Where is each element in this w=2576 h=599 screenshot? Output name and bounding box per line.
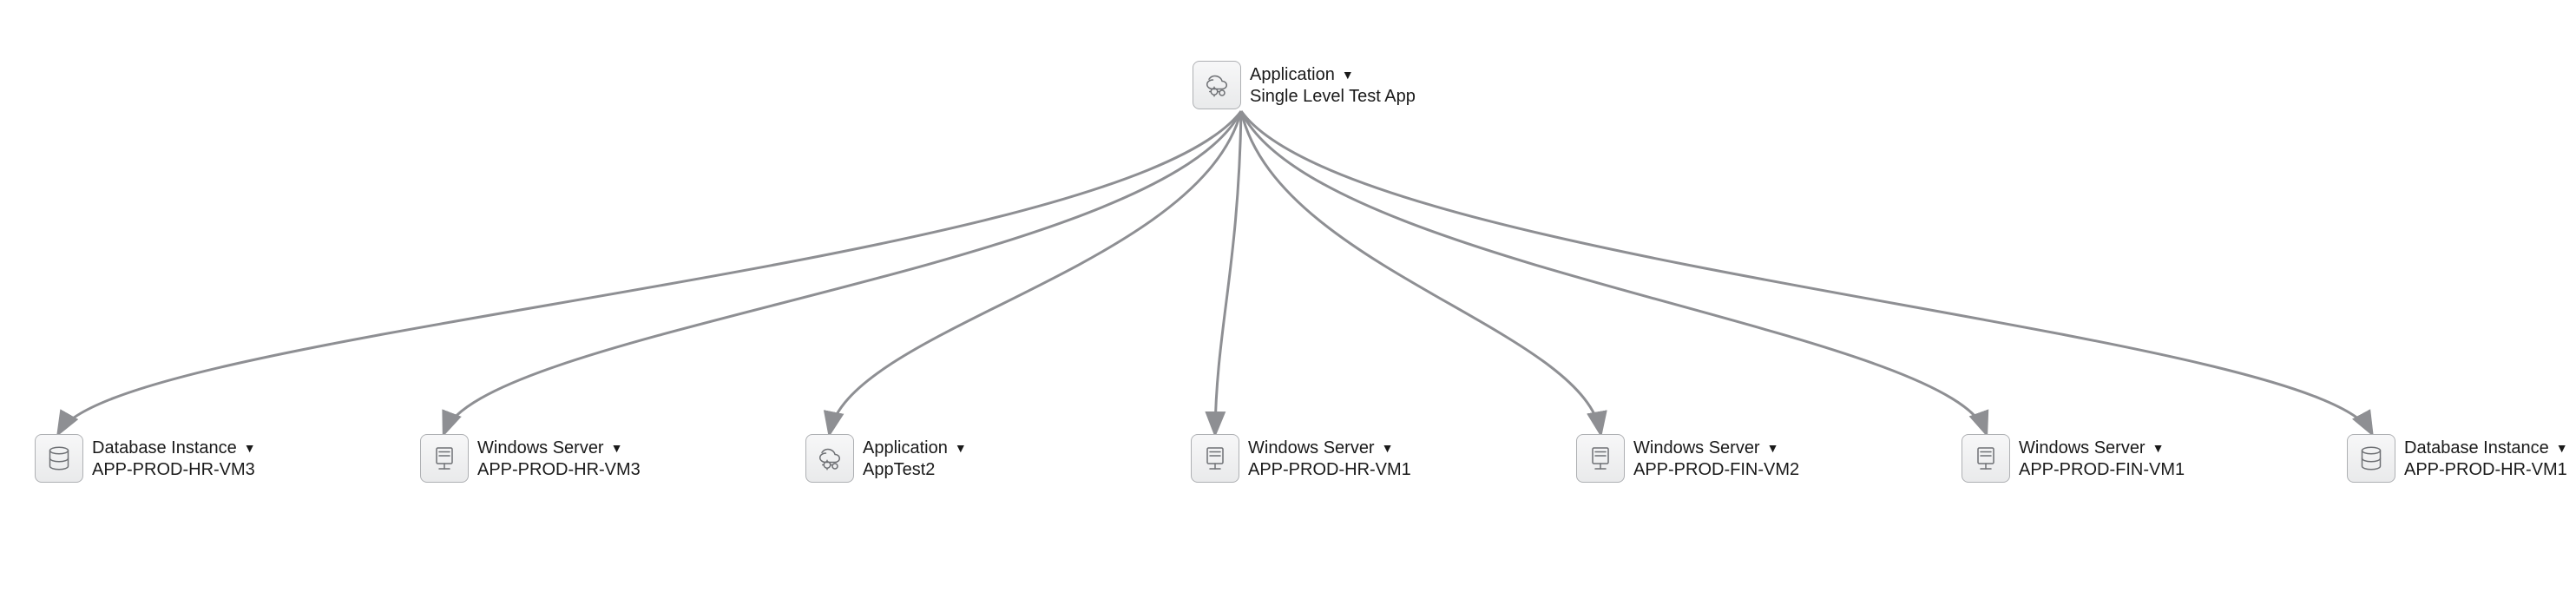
node-label: Windows Server ▼ APP-PROD-HR-VM1 xyxy=(1248,434,1411,481)
caret-down-icon[interactable]: ▼ xyxy=(2152,441,2165,457)
application-icon xyxy=(805,434,854,483)
application-icon xyxy=(1193,61,1241,109)
child-node[interactable]: Database Instance ▼ APP-PROD-HR-VM1 xyxy=(2347,434,2568,483)
caret-down-icon[interactable]: ▼ xyxy=(2556,441,2568,457)
node-type-label: Database Instance xyxy=(92,438,237,459)
child-node[interactable]: Windows Server ▼ APP-PROD-FIN-VM2 xyxy=(1576,434,1799,483)
node-type-label: Database Instance xyxy=(2404,438,2549,459)
node-name: APP-PROD-FIN-VM1 xyxy=(2019,459,2185,481)
node-type-label: Application xyxy=(863,438,948,459)
node-type-label: Windows Server xyxy=(1633,438,1760,459)
caret-down-icon[interactable]: ▼ xyxy=(611,441,623,457)
node-type-label: Windows Server xyxy=(2019,438,2146,459)
node-name: APP-PROD-HR-VM3 xyxy=(92,459,256,481)
edge xyxy=(1241,111,1600,432)
caret-down-icon[interactable]: ▼ xyxy=(1342,68,1354,83)
node-name: APP-PROD-HR-VM3 xyxy=(477,459,641,481)
server-icon xyxy=(1191,434,1239,483)
child-node[interactable]: Windows Server ▼ APP-PROD-HR-VM1 xyxy=(1191,434,1411,483)
child-node[interactable]: Application ▼ AppTest2 xyxy=(805,434,967,483)
node-name: APP-PROD-HR-VM1 xyxy=(1248,459,1411,481)
child-node[interactable]: Windows Server ▼ APP-PROD-FIN-VM1 xyxy=(1962,434,2185,483)
node-label: Application ▼ AppTest2 xyxy=(863,434,967,481)
server-icon xyxy=(1576,434,1625,483)
caret-down-icon[interactable]: ▼ xyxy=(1382,441,1394,457)
caret-down-icon[interactable]: ▼ xyxy=(244,441,256,457)
node-name: AppTest2 xyxy=(863,459,967,481)
node-label: Windows Server ▼ APP-PROD-FIN-VM1 xyxy=(2019,434,2185,481)
database-icon xyxy=(2347,434,2395,483)
child-node[interactable]: Database Instance ▼ APP-PROD-HR-VM3 xyxy=(35,434,256,483)
node-label: Windows Server ▼ APP-PROD-HR-VM3 xyxy=(477,434,641,481)
root-node[interactable]: Application ▼ Single Level Test App xyxy=(1193,61,1416,109)
node-name: APP-PROD-FIN-VM2 xyxy=(1633,459,1799,481)
child-node[interactable]: Windows Server ▼ APP-PROD-HR-VM3 xyxy=(420,434,641,483)
caret-down-icon[interactable]: ▼ xyxy=(1767,441,1779,457)
node-type-label: Windows Server xyxy=(477,438,604,459)
node-label: Database Instance ▼ APP-PROD-HR-VM1 xyxy=(2404,434,2568,481)
node-type-label: Application xyxy=(1250,64,1335,86)
edge xyxy=(1215,111,1241,432)
node-name: Single Level Test App xyxy=(1250,86,1416,108)
caret-down-icon[interactable]: ▼ xyxy=(955,441,967,457)
node-type-label: Windows Server xyxy=(1248,438,1375,459)
edge xyxy=(1241,111,1986,432)
server-icon xyxy=(1962,434,2010,483)
edge xyxy=(444,111,1241,432)
server-icon xyxy=(420,434,469,483)
edge xyxy=(59,111,1241,432)
node-name: APP-PROD-HR-VM1 xyxy=(2404,459,2568,481)
node-label: Windows Server ▼ APP-PROD-FIN-VM2 xyxy=(1633,434,1799,481)
database-icon xyxy=(35,434,83,483)
node-label: Database Instance ▼ APP-PROD-HR-VM3 xyxy=(92,434,256,481)
edge xyxy=(1241,111,2371,432)
node-label: Application ▼ Single Level Test App xyxy=(1250,61,1416,108)
edge xyxy=(830,111,1241,432)
